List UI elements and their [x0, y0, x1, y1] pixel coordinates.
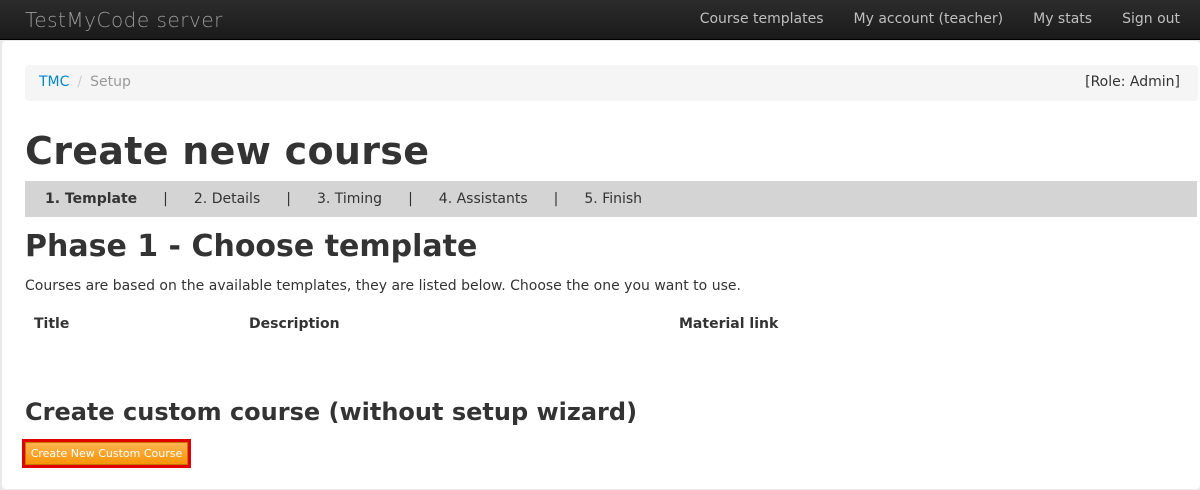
step-assistants: 4. Assistants — [438, 191, 528, 207]
step-separator: | — [163, 191, 168, 207]
step-timing: 3. Timing — [316, 191, 383, 207]
top-navbar: TestMyCode server Course templates My ac… — [0, 0, 1200, 40]
nav-sign-out[interactable]: Sign out — [1092, 0, 1180, 40]
wizard-steps: 1. Template | 2. Details | 3. Timing | 4… — [25, 181, 1197, 217]
breadcrumb-home[interactable]: TMC — [39, 74, 69, 90]
breadcrumb: TMC / Setup [Role: Admin] — [25, 65, 1198, 101]
custom-course-title: Create custom course (without setup wiza… — [25, 398, 638, 426]
step-finish: 5. Finish — [584, 191, 643, 207]
nav-my-account[interactable]: My account (teacher) — [824, 0, 1004, 40]
step-details: 2. Details — [193, 191, 261, 207]
step-separator: | — [553, 191, 559, 207]
nav-my-stats[interactable]: My stats — [1003, 0, 1092, 40]
phase-intro: Courses are based on the available templ… — [25, 278, 741, 294]
phase-title: Phase 1 - Choose template — [25, 229, 478, 264]
brand-logo[interactable]: TestMyCode server — [25, 8, 223, 32]
nav-course-templates[interactable]: Course templates — [670, 0, 824, 40]
breadcrumb-separator: / — [77, 74, 83, 90]
role-badge: [Role: Admin] — [1085, 74, 1180, 90]
page-title: Create new course — [25, 129, 430, 173]
create-custom-course-button[interactable]: Create New Custom Course — [25, 442, 188, 465]
step-separator: | — [408, 191, 413, 207]
page-content: TMC / Setup [Role: Admin] Create new cou… — [2, 41, 1200, 489]
column-description: Description — [249, 316, 340, 332]
step-separator: | — [286, 191, 291, 207]
column-title: Title — [34, 316, 70, 332]
highlight-box: Create New Custom Course — [22, 439, 191, 468]
nav-links: Course templates My account (teacher) My… — [670, 0, 1180, 40]
column-material-link: Material link — [679, 316, 779, 332]
step-template: 1. Template — [45, 191, 138, 207]
breadcrumb-current: Setup — [90, 74, 131, 90]
